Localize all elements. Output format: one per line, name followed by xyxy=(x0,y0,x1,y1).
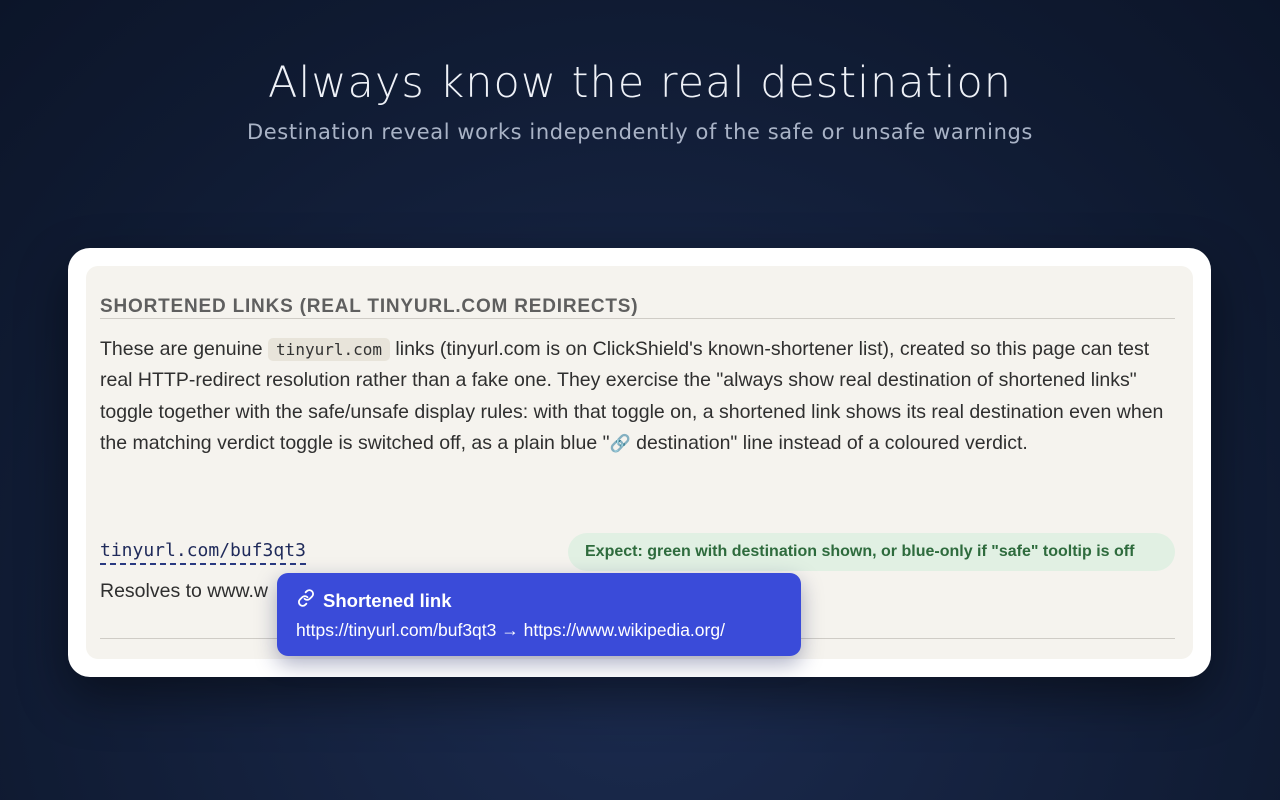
description-text-3: destination" line instead of a coloured … xyxy=(630,431,1028,454)
section-description: These are genuine tinyurl.com links (tin… xyxy=(100,334,1180,459)
tooltip-header: Shortened link xyxy=(297,589,452,612)
link-icon: 🔗 xyxy=(609,433,631,453)
link-icon xyxy=(297,589,315,612)
tooltip-title: Shortened link xyxy=(323,589,452,611)
divider-top xyxy=(100,318,1175,319)
description-text-1: These are genuine xyxy=(100,338,269,360)
expect-badge: Expect: green with destination shown, or… xyxy=(568,533,1175,571)
hero-title: Always know the real destination xyxy=(267,58,1013,108)
code-chip: tinyurl.com xyxy=(268,338,391,361)
section-heading: SHORTENED LINKS (REAL TINYURL.COM REDIRE… xyxy=(100,296,639,317)
shortened-link[interactable]: tinyurl.com/buf3qt3 xyxy=(100,540,306,565)
shortened-link-tooltip: Shortened link https://tinyurl.com/buf3q… xyxy=(277,573,801,656)
tooltip-url-line: https://tinyurl.com/buf3qt3 → https://ww… xyxy=(296,620,725,640)
hero-subtitle: Destination reveal works independently o… xyxy=(247,120,1033,144)
resolves-text: Resolves to www.w xyxy=(100,580,268,602)
